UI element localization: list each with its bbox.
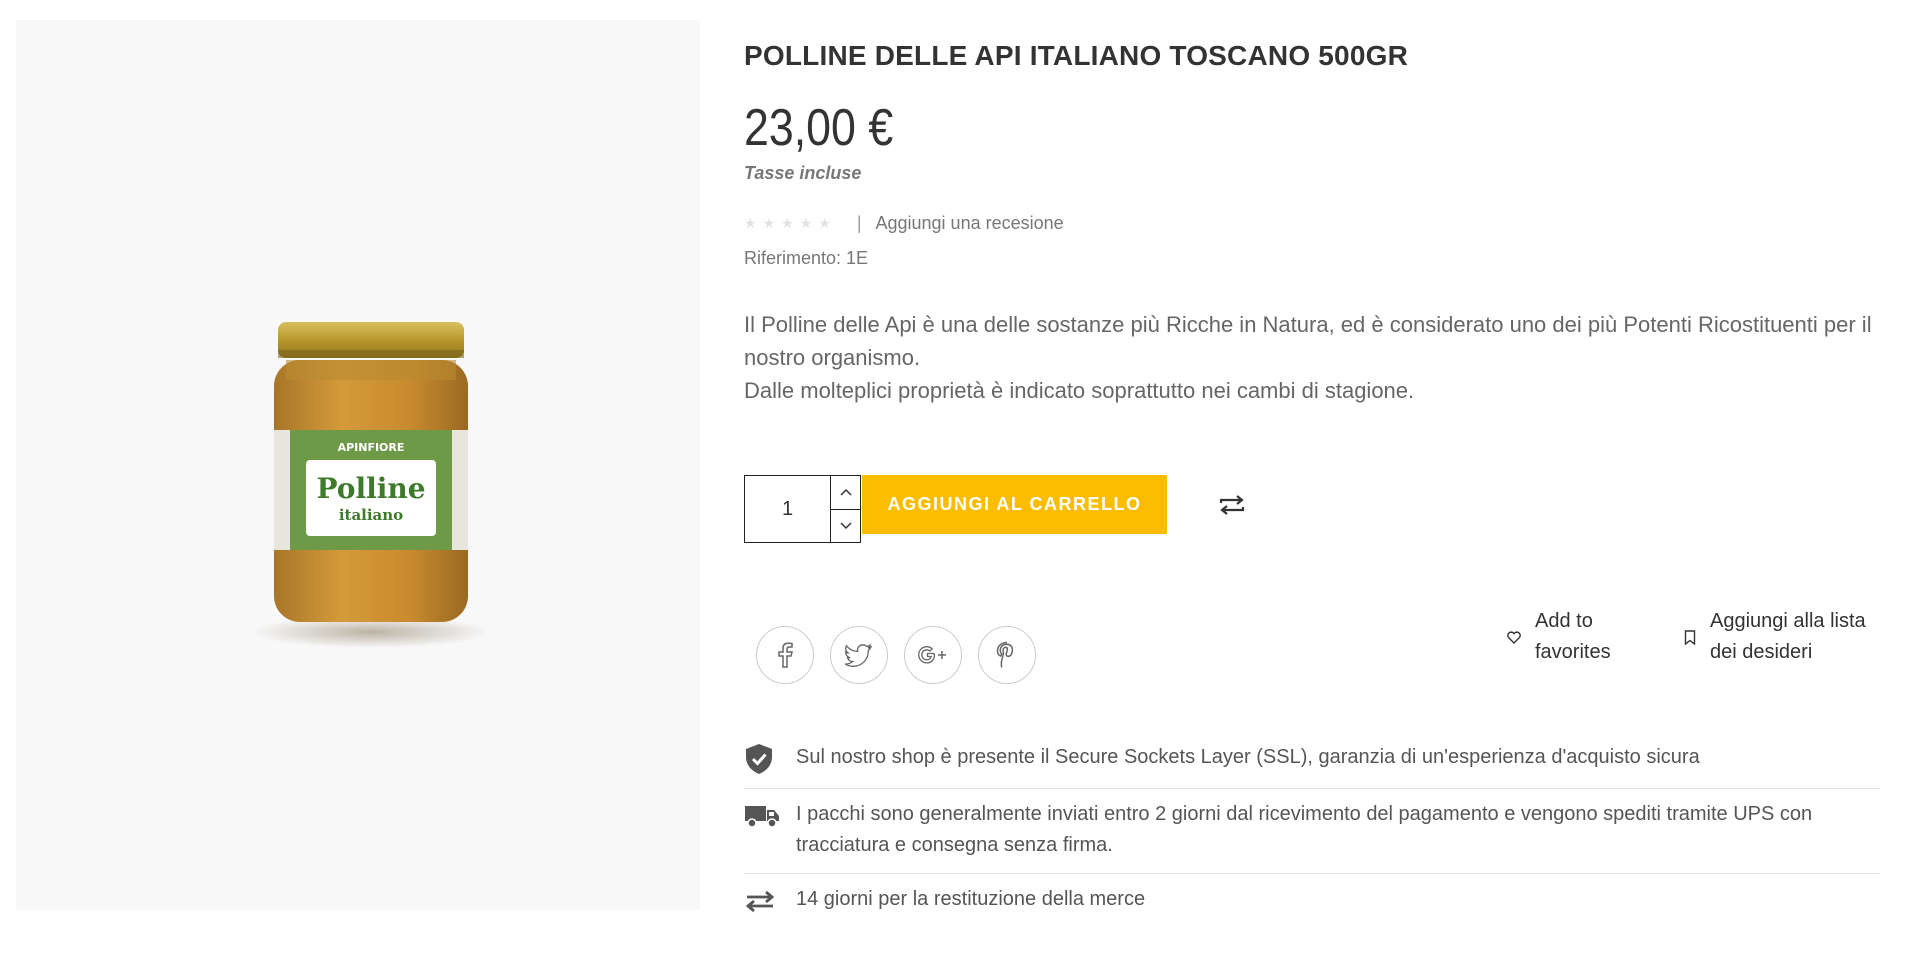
google-plus-icon [918,646,946,664]
truck-icon [744,799,780,833]
product-title: POLLINE DELLE API ITALIANO TOSCANO 500GR [744,40,1408,71]
wishlist-label-line: dei desideri [1710,641,1813,663]
rating-separator: | [856,213,862,233]
quantity-stepper: 1 [744,475,861,543]
product-reference: Riferimento: 1E [744,248,869,268]
pinterest-icon [996,641,1014,668]
product-image-panel[interactable]: APINFIORE Polline italiano [16,20,700,910]
star-icon: ★ [762,215,776,231]
jar-brand-text: APINFIORE [338,441,405,454]
favorites-label-line: favorites [1535,641,1611,663]
reassurance-block: Sul nostro shop è presente il Secure Soc… [744,732,1880,930]
bookmark-icon [1684,629,1696,645]
compare-arrows-icon [1219,495,1245,515]
product-description: Il Polline delle Api è una delle sostanz… [744,308,1880,407]
social-share [756,626,1036,684]
reassurance-text: I pacchi sono generalmente inviati entro… [796,803,1813,856]
twitter-icon [845,643,873,667]
reassurance-item-shipping: I pacchi sono generalmente inviati entro… [744,789,1880,874]
heart-icon [1507,630,1521,644]
rating-stars: ★ ★ ★ ★ ★ [744,215,831,232]
reassurance-text: Sul nostro shop è presente il Secure Soc… [796,746,1700,768]
reassurance-item-ssl: Sul nostro shop è presente il Secure Soc… [744,732,1880,789]
quantity-buttons [831,476,860,542]
add-review-link[interactable]: Aggiungi una recesione [876,213,1064,234]
facebook-share-button[interactable] [756,626,814,684]
chevron-up-icon [839,489,852,496]
facebook-icon [778,642,793,668]
shield-check-icon [744,742,780,776]
tax-note: Tasse incluse [744,163,862,183]
quantity-input[interactable]: 1 [745,476,831,542]
quantity-increase-button[interactable] [831,476,860,509]
star-icon: ★ [799,215,813,231]
star-icon: ★ [818,215,831,231]
jar-subname-text: italiano [339,506,403,524]
chevron-down-icon [839,522,852,529]
favorites-label: Add to favorites [1535,606,1611,668]
jar-name-text: Polline [316,472,425,505]
pinterest-share-button[interactable] [978,626,1036,684]
reassurance-text: 14 giorni per la restituzione della merc… [796,888,1146,910]
product-jar-image: APINFIORE Polline italiano [256,322,486,648]
rating-row: ★ ★ ★ ★ ★ | Aggiungi una recesione [744,213,1064,234]
exchange-arrows-icon [744,884,780,918]
description-paragraph: Dalle molteplici proprietà è indicato so… [744,378,1415,403]
star-icon: ★ [744,215,757,231]
wishlist-label-line: Aggiungi alla lista [1710,610,1866,632]
wishlist-label: Aggiungi alla lista dei desideri [1710,606,1866,668]
quantity-decrease-button[interactable] [831,508,860,543]
reassurance-item-returns: 14 giorni per la restituzione della merc… [744,874,1880,930]
description-paragraph: Il Polline delle Api è una delle sostanz… [744,312,1872,370]
product-price: 23,00 € [744,99,894,157]
google-plus-share-button[interactable] [904,626,962,684]
favorites-label-line: Add to [1535,610,1593,632]
star-icon: ★ [781,215,794,231]
add-to-wishlist-button[interactable]: Aggiungi alla lista dei desideri [1684,606,1866,668]
add-to-cart-button[interactable]: AGGIUNGI AL CARRELLO [862,475,1167,534]
twitter-share-button[interactable] [830,626,888,684]
add-to-favorites-button[interactable]: Add to favorites [1507,606,1611,668]
compare-button[interactable] [1214,490,1250,520]
